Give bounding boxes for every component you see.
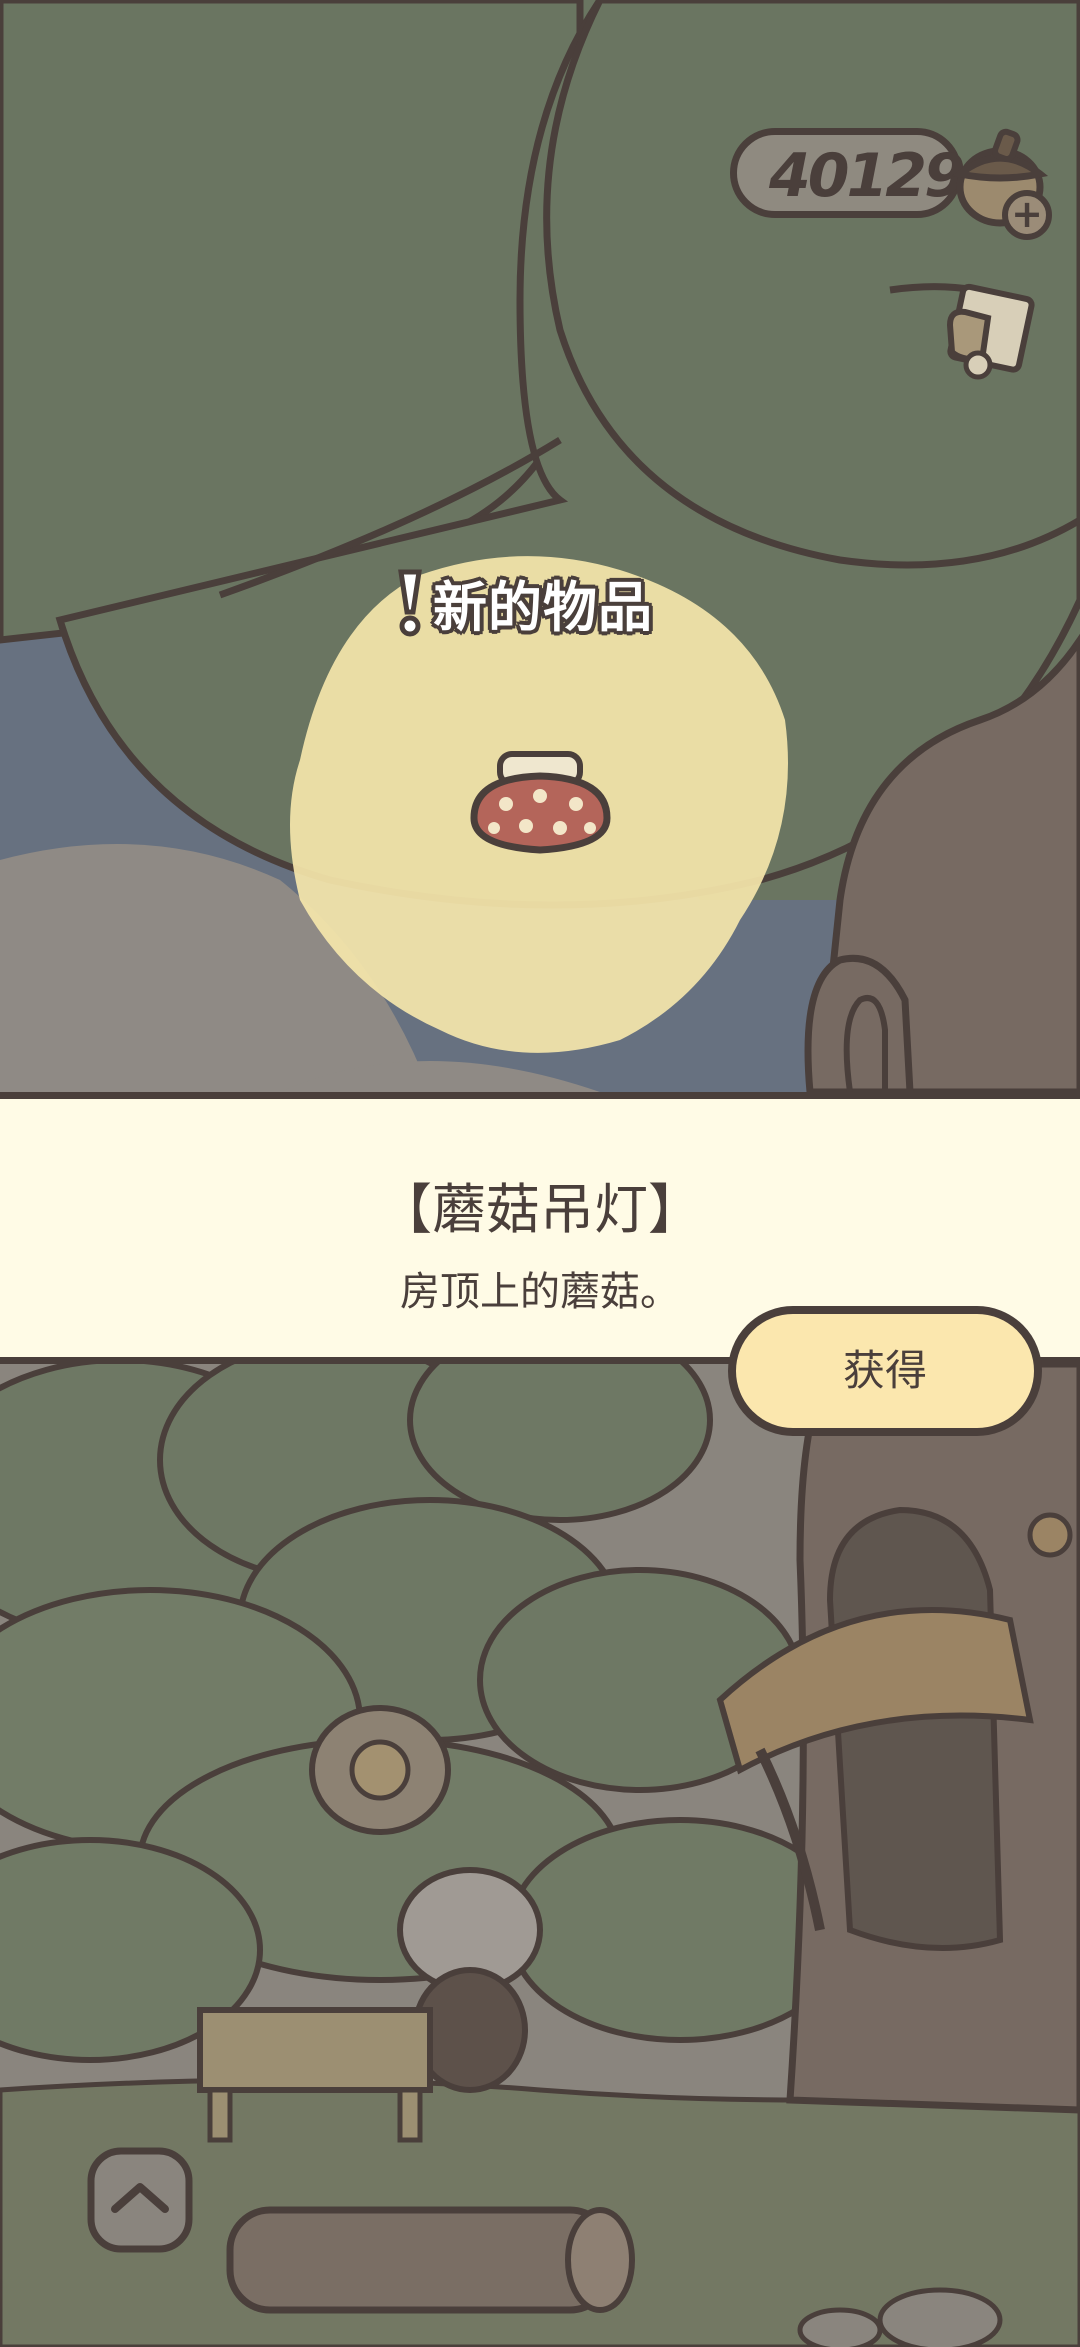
new-item-label: 新的物品 — [395, 562, 653, 642]
new-item-text: 新的物品 — [433, 575, 653, 639]
item-name: 【蘑菇吊灯】 — [378, 1178, 702, 1241]
exclamation-icon — [398, 569, 422, 637]
add-acorn-button[interactable]: + — [1002, 190, 1052, 240]
mushroom-lamp-icon — [470, 751, 611, 854]
chevron-up-icon[interactable] — [85, 2145, 195, 2255]
obtain-button[interactable]: 获得 — [728, 1306, 1042, 1436]
acorn-counter: 401290 — [730, 128, 1004, 218]
letter-icon[interactable] — [930, 270, 1050, 390]
